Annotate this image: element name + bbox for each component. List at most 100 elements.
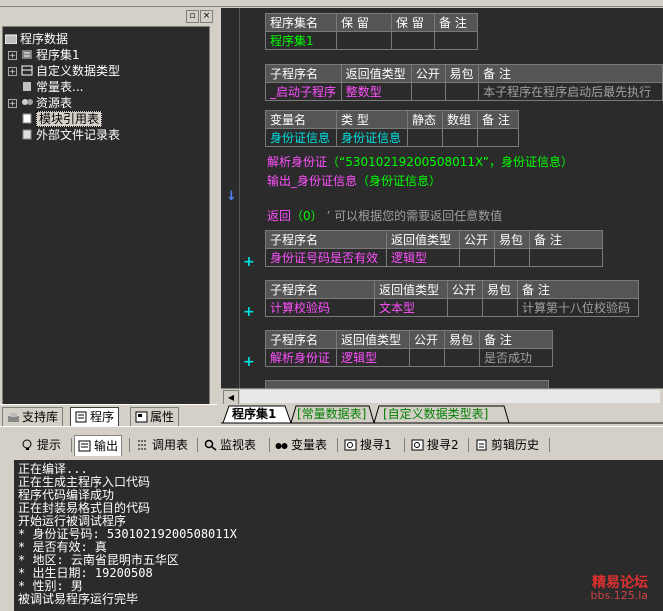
tree-item-resources[interactable]: 资源表 [21, 95, 72, 111]
output-console[interactable]: 正在编译... 正在生成主程序入口代码 程序代码编译成功 正在封装易格式目的代码… [14, 460, 663, 611]
output-tab-bar: 提示 输出 调用表 监视表 变量表 搜寻1 搜寻2 剪辑历史 [0, 432, 663, 458]
scroll-track[interactable] [240, 390, 660, 403]
subroutine-comment[interactable]: 是否成功 [479, 348, 553, 367]
program-set-icon [21, 48, 33, 59]
subroutine-comment[interactable]: 本子程序在程序启动后最先执行 [478, 82, 663, 101]
tree-item-custom-types[interactable]: 自定义数据类型 [21, 63, 120, 79]
panel-header: ▫ × [2, 10, 215, 24]
variable-name[interactable]: 身份证信息 [265, 128, 337, 147]
tab-program-set-1[interactable]: 程序集1 [232, 406, 276, 423]
tab-custom-types-table[interactable]: [自定义数据类型表] [383, 406, 488, 423]
tab-label: 搜寻2 [427, 438, 459, 452]
watermark-url: bbs.125.la [590, 589, 648, 602]
tab-search-2[interactable]: 搜寻2 [408, 435, 462, 455]
tree-item-constants[interactable]: 常量表... [21, 79, 83, 95]
table-cell[interactable] [409, 348, 445, 367]
return-type[interactable]: 文本型 [374, 298, 448, 317]
column-header: 子程序名 [265, 64, 342, 83]
tab-output[interactable]: 输出 [74, 435, 123, 456]
program-set-name[interactable]: 程序集1 [265, 31, 337, 50]
tab-clip-history[interactable]: 剪辑历史 [472, 435, 542, 455]
editor-horizontal-scrollbar[interactable]: ◀ [221, 388, 663, 405]
table-cell[interactable] [391, 31, 435, 50]
return-type[interactable]: 逻辑型 [336, 348, 410, 367]
table-cell[interactable] [482, 298, 518, 317]
column-header: 备 注 [529, 230, 603, 249]
column-header: 类 型 [336, 110, 408, 129]
tree-item-label: 资源表 [36, 96, 73, 110]
table-cell[interactable] [442, 128, 478, 147]
expand-subroutine-icon[interactable]: + [243, 254, 255, 270]
table-cell[interactable] [434, 31, 478, 50]
function-call: 输出_身份证信息 [267, 174, 358, 188]
expand-toggle-icon[interactable]: + [8, 99, 17, 108]
search-doc-icon [344, 437, 357, 451]
expand-toggle-icon[interactable]: + [8, 67, 17, 76]
column-header: 静态 [407, 110, 443, 129]
table-cell[interactable] [444, 82, 480, 101]
subroutine-name[interactable]: 身份证号码是否有效 [265, 248, 387, 267]
tab-label: 提示 [37, 438, 62, 452]
return-keyword: 返回 [267, 209, 292, 223]
column-header: 备 注 [478, 64, 663, 83]
scroll-left-icon[interactable]: ◀ [223, 390, 239, 405]
restore-panel-button[interactable]: ▫ [186, 10, 199, 23]
code-editor[interactable]: 程序集名 保 留 保 留 备 注 程序集1 子程序名 返回值类型 公开 易包 备… [221, 8, 663, 388]
code-line-return[interactable]: 返回（0） ’ 可以根据您的需要返回任意数值 [267, 207, 502, 224]
tab-label: 监视表 [220, 438, 257, 452]
expand-subroutine-icon[interactable]: + [243, 304, 255, 320]
column-header: 返回值类型 [386, 230, 460, 249]
call-stack-icon [136, 437, 149, 450]
subroutine-name[interactable]: 解析身份证 [265, 348, 337, 367]
table-cell[interactable] [410, 82, 446, 101]
table-cell[interactable] [444, 348, 480, 367]
column-header: 易包 [444, 330, 480, 349]
tree-item-program-data[interactable]: 程序数据 [4, 31, 68, 47]
column-header: 返回值类型 [340, 64, 412, 83]
project-tree[interactable]: 程序数据 + 程序集1 + 自定义数据类型 常量表... + 资源表 模块引用表… [2, 26, 210, 406]
column-header: 备 注 [517, 280, 639, 299]
expand-toggle-icon[interactable]: + [8, 51, 17, 60]
close-panel-button[interactable]: × [200, 10, 213, 23]
column-header: 公开 [410, 64, 446, 83]
table-cell[interactable] [336, 31, 392, 50]
subroutine-table-checksum: 子程序名 返回值类型 公开 易包 备 注 计算校验码 文本型 计算第十八位校验码 [265, 280, 639, 317]
subroutine-comment[interactable]: 计算第十八位校验码 [517, 298, 639, 317]
tree-item-label: 外部文件记录表 [36, 128, 121, 142]
subroutine-table-parse: 子程序名 返回值类型 公开 易包 备 注 解析身份证 逻辑型 是否成功 [265, 330, 553, 367]
expand-subroutine-icon[interactable]: + [243, 354, 255, 370]
tree-item-module-refs[interactable]: 模块引用表 [21, 111, 103, 127]
tab-constants-table[interactable]: [常量数据表] [297, 406, 366, 423]
code-line-output[interactable]: 输出_身份证信息（身份证信息） [267, 172, 441, 189]
table-cell[interactable] [407, 128, 443, 147]
subroutine-name[interactable]: _启动子程序 [265, 82, 342, 101]
table-cell[interactable] [459, 248, 495, 267]
subroutine-name[interactable]: 计算校验码 [265, 298, 375, 317]
table-cell[interactable] [477, 128, 519, 147]
tab-watch[interactable]: 监视表 [201, 435, 259, 455]
return-type[interactable]: 整数型 [340, 82, 412, 101]
tab-support-library[interactable]: 支持库 [2, 407, 64, 427]
table-cell[interactable] [529, 248, 603, 267]
return-args: （0） [291, 209, 323, 223]
resource-icon [21, 96, 33, 107]
return-type[interactable]: 逻辑型 [386, 248, 460, 267]
tree-item-external-files[interactable]: 外部文件记录表 [21, 127, 120, 143]
variable-type[interactable]: 身份证信息 [336, 128, 408, 147]
tab-hints[interactable]: 提示 [18, 435, 64, 455]
column-header: 保 留 [391, 13, 435, 32]
code-line-parse[interactable]: 解析身份证（“53010219200508011X”，身份证信息） [267, 153, 573, 170]
tab-variables[interactable]: 变量表 [272, 435, 330, 455]
tree-item-program-set[interactable]: 程序集1 [21, 47, 80, 63]
tab-label: 支持库 [22, 410, 59, 424]
tab-label: 属性 [150, 410, 175, 424]
column-header: 子程序名 [265, 330, 337, 349]
tab-program[interactable]: 程序 [70, 407, 120, 427]
tab-call-stack[interactable]: 调用表 [133, 435, 191, 455]
module-ref-icon [21, 112, 33, 124]
external-file-icon [21, 128, 33, 140]
tab-properties[interactable]: 属性 [130, 407, 180, 427]
table-cell[interactable] [447, 298, 483, 317]
tab-search-1[interactable]: 搜寻1 [341, 435, 395, 455]
table-cell[interactable] [494, 248, 530, 267]
